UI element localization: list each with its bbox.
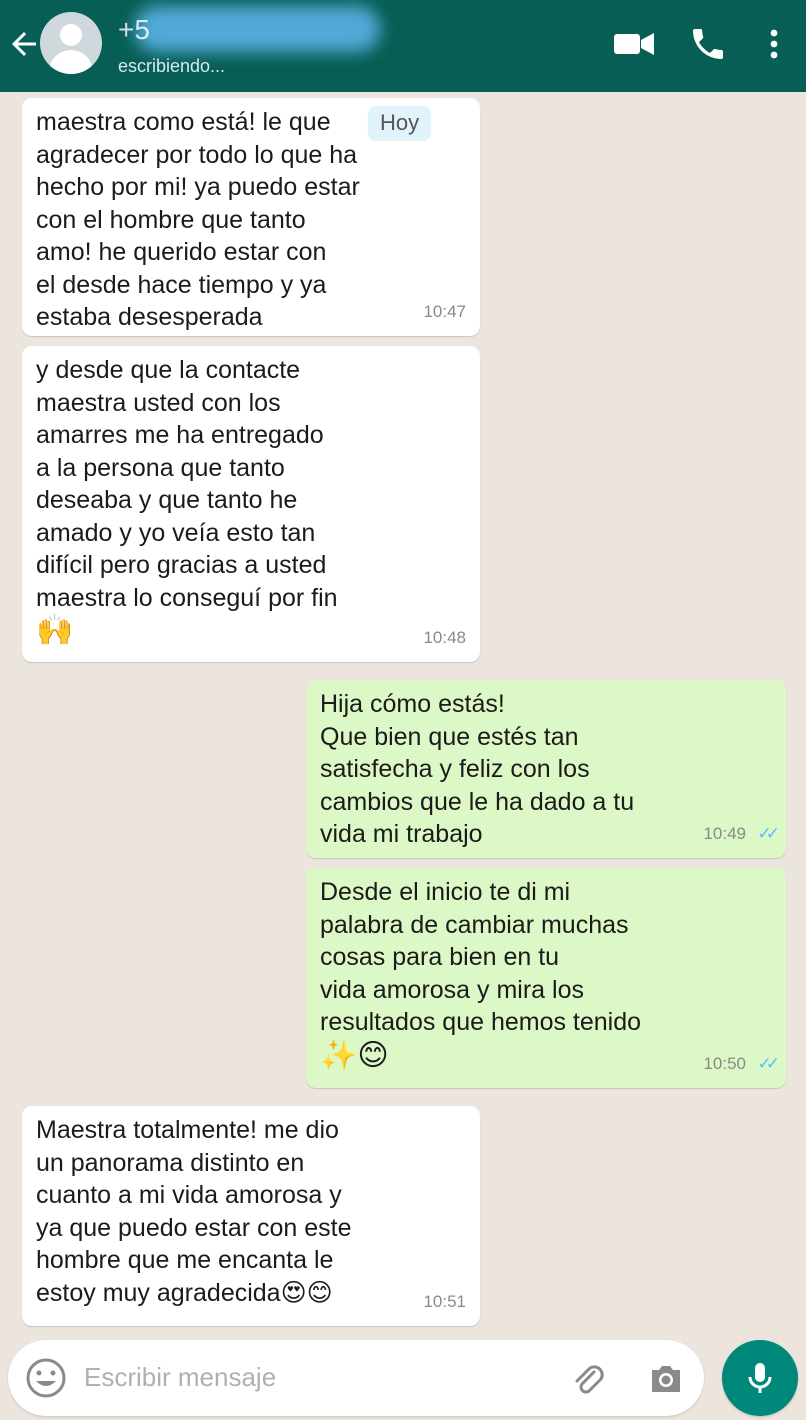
message-time: 10:47 [423, 301, 466, 321]
chat-header: +5 escribiendo... [0, 0, 806, 92]
message-text: y desde que la contacte maestra usted co… [36, 356, 338, 612]
message-bubble-outgoing[interactable]: Desde el inicio te di mi palabra de camb… [306, 868, 786, 1088]
phone-icon[interactable] [686, 24, 730, 64]
typing-status: escribiendo... [118, 56, 226, 76]
message-composer[interactable]: Escribir mensaje [8, 1340, 704, 1416]
message-text: Desde el inicio te di mi palabra de camb… [320, 878, 642, 1036]
contact-name[interactable]: +5 [118, 14, 150, 46]
more-options-icon[interactable] [756, 24, 800, 64]
avatar[interactable] [40, 12, 102, 74]
message-text: Maestra totalmente! me dio un panorama d… [36, 1116, 352, 1307]
message-input[interactable]: Escribir mensaje [84, 1362, 276, 1393]
mic-icon [748, 1363, 772, 1393]
read-receipt-icon: ✓✓ [757, 823, 780, 843]
camera-icon[interactable] [646, 1358, 686, 1398]
message-time: 10:51 [423, 1291, 466, 1311]
blurred-contact-name [135, 6, 380, 52]
message-list[interactable]: maestra como está! le que agradecer por … [0, 92, 806, 1330]
message-time: 10:50 [703, 1053, 746, 1073]
message-bubble-outgoing[interactable]: Hija cómo estás! Que bien que estés tan … [306, 680, 786, 858]
message-bubble-incoming[interactable]: y desde que la contacte maestra usted co… [22, 346, 480, 662]
read-receipt-icon: ✓✓ [757, 1053, 780, 1073]
emoji-icon[interactable] [24, 1356, 68, 1400]
back-arrow-icon[interactable] [6, 26, 42, 62]
mic-button[interactable] [722, 1340, 798, 1416]
attach-icon[interactable] [568, 1358, 608, 1398]
message-text: maestra como está! le que agradecer por … [36, 108, 360, 331]
message-time: 10:49 [703, 823, 746, 843]
message-time: 10:48 [423, 627, 466, 647]
video-call-icon[interactable] [612, 24, 656, 64]
message-bubble-incoming[interactable]: Maestra totalmente! me dio un panorama d… [22, 1106, 480, 1326]
day-divider-chip: Hoy [368, 106, 432, 140]
raising-hands-emoji: 🙌 [36, 614, 74, 647]
